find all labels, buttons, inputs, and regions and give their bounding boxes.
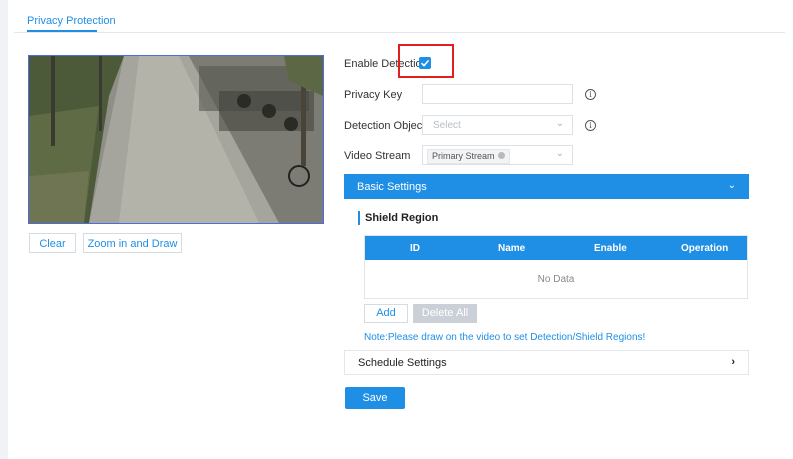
detection-object-placeholder: Select <box>433 120 461 131</box>
highlight-box <box>398 44 454 78</box>
detection-object-label: Detection Object <box>344 120 426 132</box>
chevron-down-icon: ⌄ <box>555 148 564 159</box>
video-stream-tag-label: Primary Stream <box>432 151 495 161</box>
table-header: ID Name Enable Operation <box>365 236 747 260</box>
chevron-down-icon: ⌄ <box>555 118 564 129</box>
clear-button[interactable]: Clear <box>29 233 76 253</box>
video-stream-tag: Primary Stream <box>427 149 510 164</box>
empty-table-text: No Data <box>537 274 575 285</box>
basic-settings-header[interactable]: Basic Settings ⌄ <box>344 174 749 199</box>
zoom-in-and-draw-button[interactable]: Zoom in and Draw <box>83 233 182 253</box>
video-preview[interactable] <box>28 55 324 224</box>
chevron-down-icon: ⌄ <box>727 180 736 191</box>
video-frame-image <box>29 56 323 223</box>
privacy-key-label: Privacy Key <box>344 89 403 101</box>
column-header-id: ID <box>410 243 420 254</box>
add-button[interactable]: Add <box>364 304 408 323</box>
note-text: Note:Please draw on the video to set Det… <box>364 332 646 343</box>
schedule-settings-title: Schedule Settings <box>358 357 447 369</box>
delete-all-button[interactable]: Delete All <box>413 304 477 323</box>
tab-divider <box>14 32 785 33</box>
privacy-key-info-icon[interactable]: i <box>585 89 596 100</box>
detection-object-info-icon[interactable]: i <box>585 120 596 131</box>
save-button[interactable]: Save <box>345 387 405 409</box>
tag-remove-icon[interactable] <box>497 152 505 160</box>
video-stream-select[interactable]: Primary Stream ⌄ <box>422 145 573 165</box>
column-header-operation: Operation <box>681 243 729 254</box>
column-header-enable: Enable <box>594 243 627 254</box>
video-stream-label: Video Stream <box>344 150 411 162</box>
column-header-name: Name <box>498 243 526 254</box>
privacy-key-input[interactable] <box>422 84 573 104</box>
detection-object-select[interactable]: Select ⌄ <box>422 115 573 135</box>
section-marker <box>358 211 360 225</box>
shield-region-title: Shield Region <box>365 212 439 224</box>
shield-region-table: ID Name Enable Operation No Data <box>364 235 748 299</box>
chevron-right-icon: › <box>731 356 735 368</box>
schedule-settings-header[interactable]: Schedule Settings › <box>344 350 749 375</box>
tab-privacy-protection[interactable]: Privacy Protection <box>27 15 116 27</box>
basic-settings-title: Basic Settings <box>357 181 427 193</box>
